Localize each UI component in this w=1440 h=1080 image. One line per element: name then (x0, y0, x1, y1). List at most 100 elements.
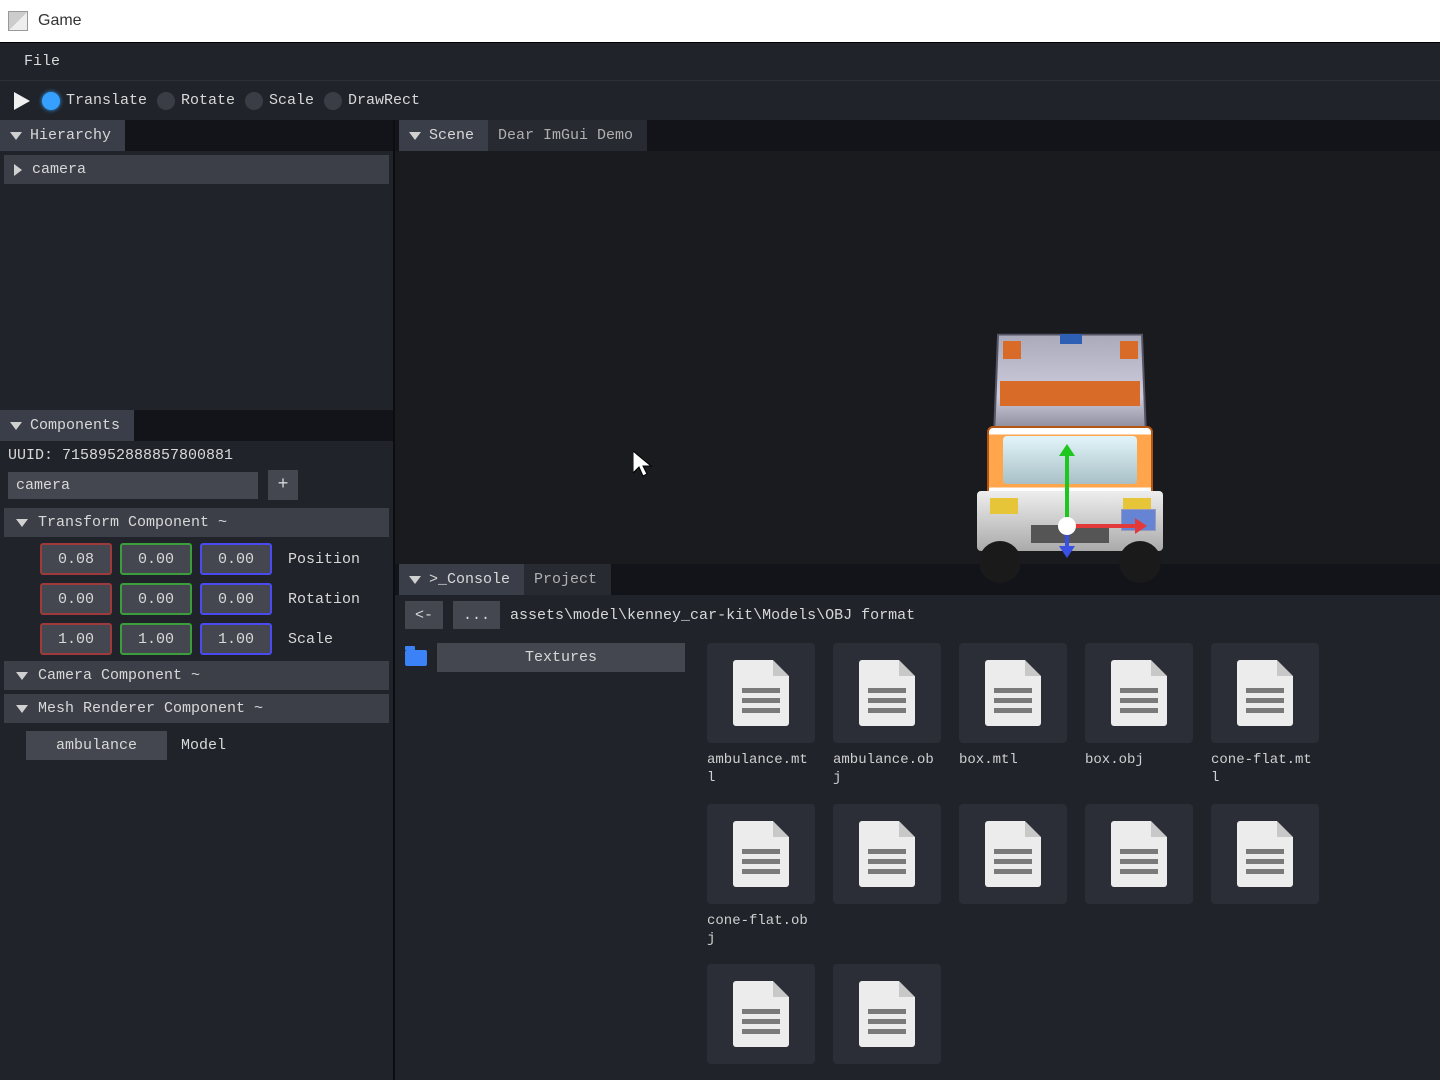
document-icon (1111, 660, 1167, 726)
file-thumb (1211, 643, 1319, 743)
camera-header-label: Camera Component ~ (38, 667, 200, 684)
radio-drawrect[interactable]: DrawRect (324, 92, 420, 110)
nav-back-button[interactable]: <- (405, 601, 443, 629)
tab-demo-label: Dear ImGui Demo (498, 127, 633, 144)
file-item[interactable] (707, 964, 815, 1072)
gizmo-y-axis-icon[interactable] (1065, 454, 1069, 526)
radio-scale[interactable]: Scale (245, 92, 314, 110)
file-name: cone-flat.obj (707, 912, 815, 948)
position-z-input[interactable]: 0.00 (200, 543, 272, 575)
radio-dot-icon (245, 92, 263, 110)
menu-file[interactable]: File (14, 47, 70, 76)
tab-scene[interactable]: Scene (399, 120, 488, 151)
file-item[interactable] (959, 804, 1067, 948)
transform-header-label: Transform Component ~ (38, 514, 227, 531)
file-item[interactable]: box.obj (1085, 643, 1193, 787)
file-item[interactable] (1211, 804, 1319, 948)
camera-component-header[interactable]: Camera Component ~ (4, 661, 389, 690)
project-path: assets\model\kenney_car-kit\Models\OBJ f… (510, 607, 915, 624)
collapse-icon (16, 705, 28, 713)
file-item[interactable]: cone-flat.mtl (1211, 643, 1319, 787)
file-item[interactable] (833, 804, 941, 948)
radio-drawrect-label: DrawRect (348, 92, 420, 109)
document-icon (859, 660, 915, 726)
scene-viewport[interactable] (395, 151, 1440, 564)
gizmo-x-axis-icon[interactable] (1067, 524, 1137, 528)
selected-object[interactable] (965, 331, 1165, 591)
position-y-input[interactable]: 0.00 (120, 543, 192, 575)
mesh-model-label: Model (181, 737, 226, 754)
folder-tree: Textures (395, 635, 695, 1080)
file-item[interactable]: ambulance.obj (833, 643, 941, 787)
scale-x-input[interactable]: 1.00 (40, 623, 112, 655)
panel-scene: Scene Dear ImGui Demo (395, 120, 1440, 564)
radio-dot-icon (324, 92, 342, 110)
dropdown-icon (409, 132, 421, 140)
folder-icon (405, 650, 427, 666)
app-icon (8, 11, 28, 31)
file-item[interactable]: ambulance.mtl (707, 643, 815, 787)
mesh-model-button[interactable]: ambulance (26, 731, 167, 760)
document-icon (859, 981, 915, 1047)
rotation-x-input[interactable]: 0.00 (40, 583, 112, 615)
file-grid: ambulance.mtl ambulance.obj box.mtl box.obj… (695, 635, 1440, 1080)
tab-hierarchy[interactable]: Hierarchy (0, 120, 125, 151)
tab-components[interactable]: Components (0, 410, 134, 441)
transform-component-header[interactable]: Transform Component ~ (4, 508, 389, 537)
file-thumb (1211, 804, 1319, 904)
entity-name-input[interactable] (8, 472, 258, 499)
file-name: box.mtl (959, 751, 1067, 769)
document-icon (733, 660, 789, 726)
radio-rotate-label: Rotate (181, 92, 235, 109)
scale-y-input[interactable]: 1.00 (120, 623, 192, 655)
radio-dot-icon (157, 92, 175, 110)
menubar: File (0, 42, 1440, 80)
file-thumb (959, 804, 1067, 904)
document-icon (733, 821, 789, 887)
tab-components-label: Components (30, 417, 120, 434)
tab-project[interactable]: Project (524, 564, 611, 595)
document-icon (859, 821, 915, 887)
tab-project-label: Project (534, 571, 597, 588)
play-button[interactable] (10, 90, 32, 112)
hierarchy-item-label: camera (32, 161, 86, 178)
radio-dot-icon (42, 92, 60, 110)
window-titlebar: Game (0, 0, 1440, 42)
file-thumb (833, 643, 941, 743)
gizmo-origin-icon[interactable] (1058, 517, 1076, 535)
nav-up-button[interactable]: ... (453, 601, 500, 629)
file-name: ambulance.mtl (707, 751, 815, 787)
scale-z-input[interactable]: 1.00 (200, 623, 272, 655)
rotation-label: Rotation (288, 591, 360, 608)
document-icon (1237, 660, 1293, 726)
rotation-y-input[interactable]: 0.00 (120, 583, 192, 615)
toolbar: Translate Rotate Scale DrawRect (0, 80, 1440, 120)
radio-rotate[interactable]: Rotate (157, 92, 235, 110)
radio-scale-label: Scale (269, 92, 314, 109)
tab-imgui-demo[interactable]: Dear ImGui Demo (488, 120, 647, 151)
dropdown-icon (10, 422, 22, 430)
mesh-renderer-component-header[interactable]: Mesh Renderer Component ~ (4, 694, 389, 723)
collapse-icon (16, 672, 28, 680)
mesh-header-label: Mesh Renderer Component ~ (38, 700, 263, 717)
file-thumb (707, 964, 815, 1064)
file-item[interactable] (833, 964, 941, 1072)
file-thumb (959, 643, 1067, 743)
radio-translate[interactable]: Translate (42, 92, 147, 110)
file-name: cone-flat.mtl (1211, 751, 1319, 787)
file-thumb (833, 964, 941, 1064)
position-x-input[interactable]: 0.08 (40, 543, 112, 575)
file-item[interactable]: cone-flat.obj (707, 804, 815, 948)
document-icon (985, 821, 1041, 887)
hierarchy-item-camera[interactable]: camera (4, 155, 389, 184)
rotation-z-input[interactable]: 0.00 (200, 583, 272, 615)
tab-scene-label: Scene (429, 127, 474, 144)
tab-console[interactable]: >_Console (399, 564, 524, 595)
file-item[interactable] (1085, 804, 1193, 948)
add-component-button[interactable]: + (268, 470, 298, 500)
file-item[interactable]: box.mtl (959, 643, 1067, 787)
tab-console-label: >_Console (429, 571, 510, 588)
folder-item[interactable]: Textures (403, 641, 687, 674)
scale-label: Scale (288, 631, 333, 648)
position-label: Position (288, 551, 360, 568)
